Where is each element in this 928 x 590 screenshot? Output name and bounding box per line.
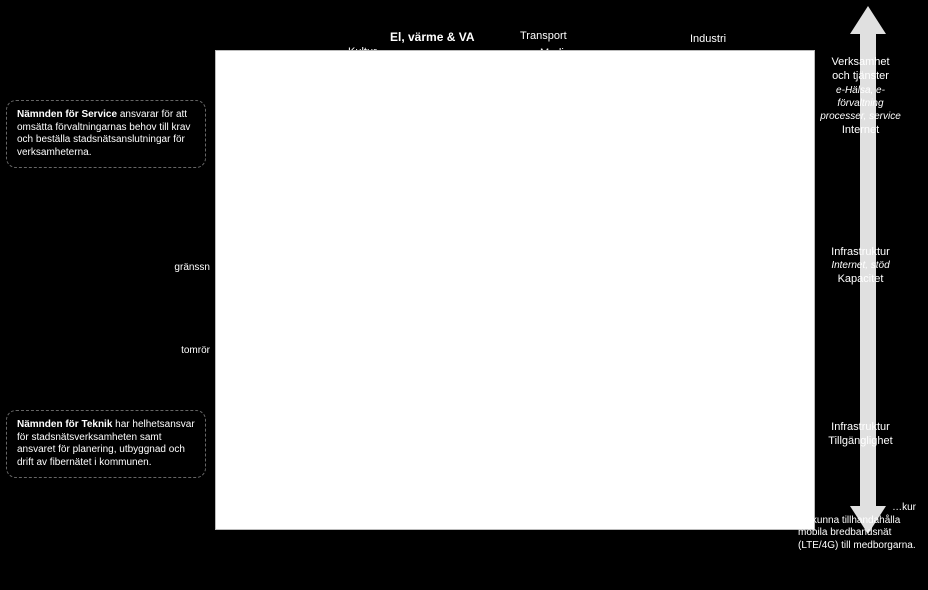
- rc1-e: Internet: [813, 123, 908, 137]
- right-group-verksamhet: Verksamhet och tjänster e-Hälsa, e-förva…: [813, 55, 908, 137]
- label-transport: Transport: [520, 30, 567, 42]
- left-fragment-granssn: gränssn: [0, 262, 210, 274]
- rc2-a: Infrastruktur: [813, 245, 908, 259]
- rc2-b: Internet, stöd: [813, 259, 908, 272]
- rc3-a: Infrastruktur: [813, 420, 908, 434]
- note-service: Nämnden för Service ansvarar för att oms…: [6, 100, 206, 168]
- main-canvas: [215, 50, 815, 530]
- rc1-c: e-Hälsa, e-förvaltning: [813, 84, 908, 110]
- label-industri: Industri: [690, 33, 726, 45]
- note-teknik: Nämnden för Teknik har helhetsansvar för…: [6, 410, 206, 478]
- right-group-infra-tillg: Infrastruktur Tillgänglighet: [813, 420, 908, 449]
- rb-a: …kur: [798, 502, 916, 515]
- note-service-title: Nämnden för Service: [17, 109, 117, 120]
- note-teknik-title: Nämnden för Teknik: [17, 419, 112, 430]
- rc2-c: Kapacitet: [813, 272, 908, 286]
- rb-b: att kunna tillhandahålla mobila bredband…: [798, 515, 916, 553]
- label-el: El, värme & VA: [390, 30, 474, 44]
- left-fragment-tomror: tomrör: [0, 345, 210, 357]
- rc1-d: processer, service: [813, 110, 908, 123]
- rc1-b: och tjänster: [813, 69, 908, 83]
- rc1-a: Verksamhet: [813, 55, 908, 69]
- right-group-infra-stod: Infrastruktur Internet, stöd Kapacitet: [813, 245, 908, 287]
- rc3-b: Tillgänglighet: [813, 434, 908, 448]
- note-mobile-broadband: …kur att kunna tillhandahålla mobila bre…: [792, 498, 922, 556]
